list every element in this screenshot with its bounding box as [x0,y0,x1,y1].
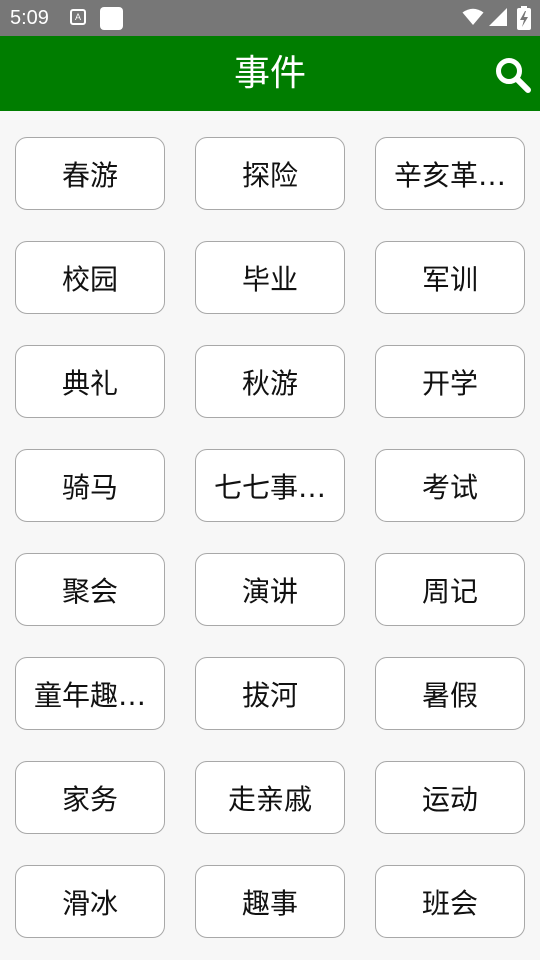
event-button[interactable]: 暑假 [375,657,525,730]
battery-charging-icon [517,6,531,30]
event-button[interactable]: 军训 [375,241,525,314]
event-button[interactable]: 探险 [195,137,345,210]
event-button[interactable]: 毕业 [195,241,345,314]
event-button[interactable]: 秋游 [195,345,345,418]
event-button[interactable]: 开学 [375,345,525,418]
event-button[interactable]: 班会 [375,865,525,938]
event-button[interactable]: 七七事… [195,449,345,522]
event-button[interactable]: 家务 [15,761,165,834]
event-button[interactable]: 运动 [375,761,525,834]
search-icon[interactable] [494,56,532,94]
event-button[interactable]: 考试 [375,449,525,522]
event-grid: 春游 探险 辛亥革… 校园 毕业 军训 典礼 秋游 开学 骑马 七七事… 考试 … [15,137,525,938]
event-button[interactable]: 演讲 [195,553,345,626]
event-button[interactable]: 校园 [15,241,165,314]
event-button[interactable]: 骑马 [15,449,165,522]
event-button[interactable]: 典礼 [15,345,165,418]
font-notification-icon: A [70,9,86,25]
event-button[interactable]: 聚会 [15,553,165,626]
status-bar: 5:09 A [0,0,540,36]
event-button[interactable]: 童年趣… [15,657,165,730]
app-notification-icon [100,7,123,30]
event-button[interactable]: 拔河 [195,657,345,730]
app-bar: 事件 [0,36,540,111]
event-button[interactable]: 走亲戚 [195,761,345,834]
wifi-icon [462,8,484,25]
event-button[interactable]: 春游 [15,137,165,210]
event-button[interactable]: 辛亥革… [375,137,525,210]
event-button[interactable]: 周记 [375,553,525,626]
page-title: 事件 [233,53,306,94]
event-button[interactable]: 滑冰 [15,865,165,938]
status-time: 5:09 [10,7,49,29]
event-button[interactable]: 趣事 [195,865,345,938]
signal-icon [489,8,507,26]
